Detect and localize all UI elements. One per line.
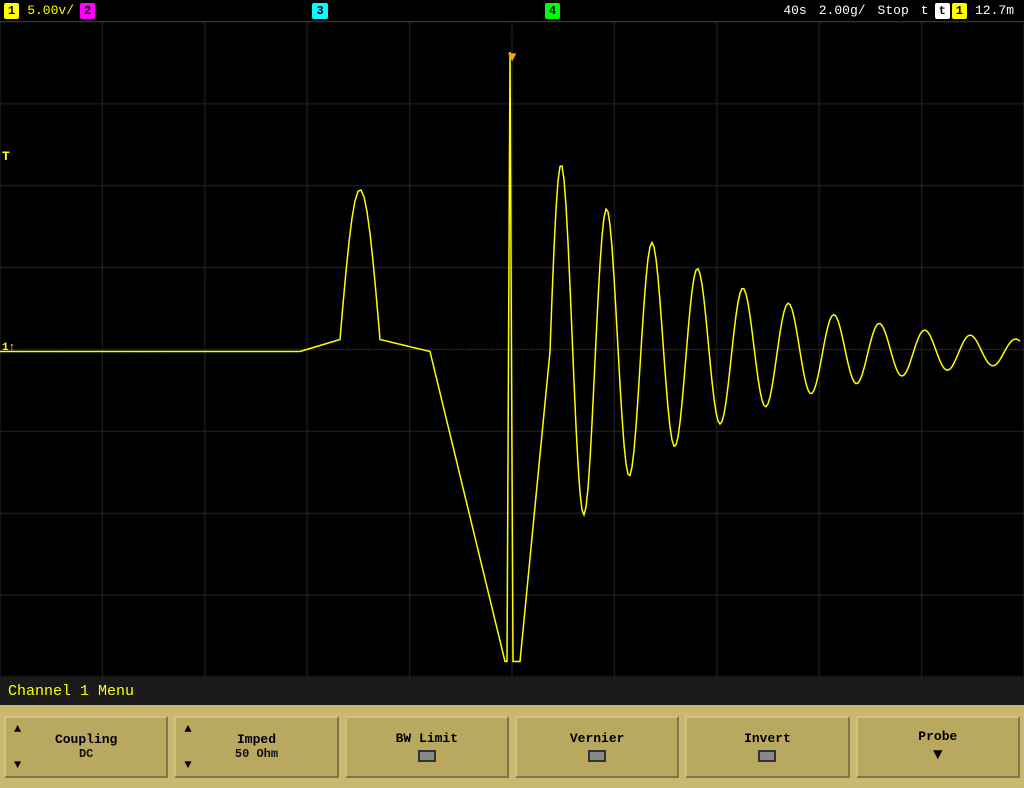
ch4-badge: 4 [545, 3, 560, 19]
bwlimit-label: BW Limit [396, 731, 458, 746]
trig-ch-badge: 1 [952, 3, 967, 19]
trig-badge: t [935, 3, 950, 19]
vernier-button[interactable]: Vernier [515, 716, 679, 778]
trigger-arrow: ▼ [508, 50, 516, 66]
menu-title: Channel 1 Menu [0, 677, 1024, 705]
trig-value: 12.7m [969, 3, 1020, 18]
vernier-checkbox[interactable] [588, 750, 606, 762]
bwlimit-button[interactable]: BW Limit [345, 716, 509, 778]
timebase-value: 40s [777, 3, 812, 18]
coupling-label: Coupling [55, 732, 117, 747]
ch1-scale: 5.00v/ [21, 3, 80, 18]
probe-down-icon: ▼ [933, 746, 943, 764]
imped-value: 50 Ohm [235, 747, 278, 761]
ch3-badge: 3 [312, 3, 327, 19]
coupling-value: DC [79, 747, 93, 761]
invert-checkbox[interactable] [758, 750, 776, 762]
trig-icon: t [915, 3, 935, 18]
invert-label: Invert [744, 731, 791, 746]
coupling-button[interactable]: ▲ Coupling DC ▼ [4, 716, 168, 778]
imped-up-arrow[interactable]: ▲ [184, 722, 191, 736]
imped-down-arrow[interactable]: ▼ [184, 758, 191, 772]
menu-buttons: ▲ Coupling DC ▼ ▲ Imped 50 Ohm ▼ BW Limi… [0, 705, 1024, 788]
header-bar: 1 5.00v/ 2 3 4 40s 2.00g/ Stop t t 1 12.… [0, 0, 1024, 22]
probe-label: Probe [918, 729, 957, 744]
invert-button[interactable]: Invert [685, 716, 849, 778]
imped-label: Imped [237, 732, 276, 747]
ch2-badge: 2 [80, 3, 95, 19]
stop-label[interactable]: Stop [872, 3, 915, 18]
oscilloscope-screen: T 1↑ ▼ [0, 22, 1024, 677]
coupling-down-arrow[interactable]: ▼ [14, 758, 21, 772]
waveform-path [0, 52, 1020, 662]
coupling-up-arrow[interactable]: ▲ [14, 722, 21, 736]
ch1-ground-marker: 1↑ [2, 342, 15, 354]
ch1-trigger-marker: T [2, 149, 10, 164]
bwlimit-checkbox[interactable] [418, 750, 436, 762]
imped-button[interactable]: ▲ Imped 50 Ohm ▼ [174, 716, 338, 778]
probe-button[interactable]: Probe ▼ [856, 716, 1020, 778]
menu-bar: Channel 1 Menu ▲ Coupling DC ▼ ▲ Imped 5… [0, 677, 1024, 788]
waveform-svg [0, 22, 1024, 677]
ch1-badge: 1 [4, 3, 19, 19]
timebase-div: 2.00g/ [813, 3, 872, 18]
vernier-label: Vernier [570, 731, 625, 746]
